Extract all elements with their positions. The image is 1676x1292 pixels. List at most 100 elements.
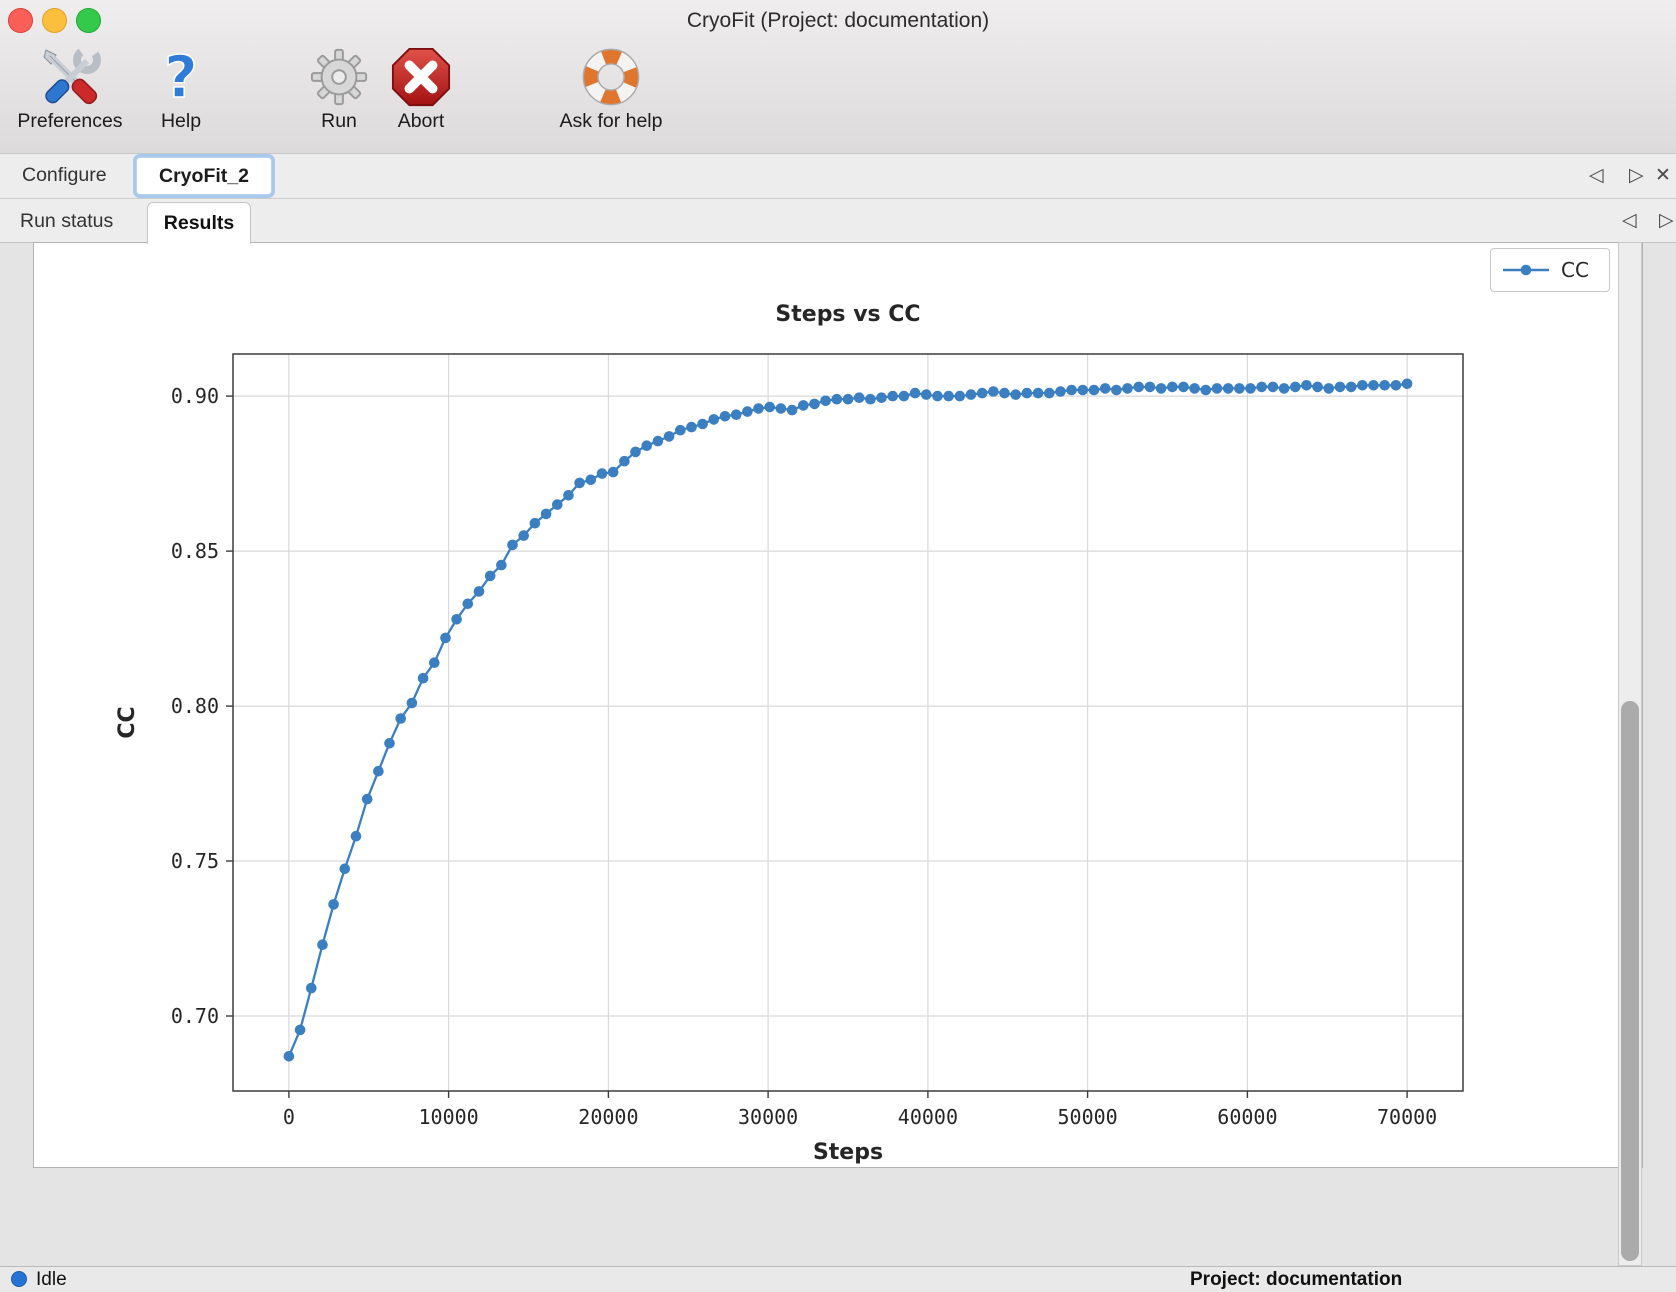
- data-point: [1212, 383, 1223, 394]
- data-point: [988, 386, 999, 397]
- data-point: [932, 391, 943, 402]
- data-point: [787, 405, 798, 416]
- status-bar: Idle Project: documentation: [0, 1266, 1676, 1292]
- data-point: [1111, 385, 1122, 396]
- svg-text:?: ?: [164, 45, 198, 109]
- data-point: [753, 403, 764, 414]
- data-point: [1066, 385, 1077, 396]
- data-point: [407, 698, 418, 709]
- data-point: [429, 657, 440, 668]
- data-point: [1033, 388, 1044, 399]
- data-point: [1133, 382, 1144, 393]
- data-point: [384, 738, 395, 749]
- data-point: [1268, 382, 1279, 393]
- data-point: [955, 391, 966, 402]
- toolbar-item-label: Ask for help: [526, 110, 696, 133]
- status-label: Idle: [36, 1269, 67, 1291]
- data-point: [1145, 382, 1156, 393]
- data-point: [865, 394, 876, 405]
- x-tick-label: 40000: [898, 1105, 958, 1129]
- data-point: [1100, 383, 1111, 394]
- sub-tab-bar: Run status Results ◁ ▷: [0, 199, 1676, 243]
- tab-run-status[interactable]: Run status: [20, 210, 113, 233]
- data-point: [1324, 383, 1335, 394]
- tab-results[interactable]: Results: [147, 202, 251, 244]
- data-point: [1391, 380, 1402, 391]
- x-tick-label: 0: [283, 1105, 295, 1129]
- main-tab-bar: Configure CryoFit_2 ◁ ▷ ✕: [0, 154, 1676, 199]
- data-point: [776, 403, 787, 414]
- data-point: [1178, 382, 1189, 393]
- tab-configure[interactable]: Configure: [22, 164, 107, 187]
- tab-close-icon[interactable]: ✕: [1655, 164, 1671, 187]
- data-point: [1245, 383, 1256, 394]
- data-point: [1044, 388, 1055, 399]
- data-point: [1379, 380, 1390, 391]
- status-indicator-icon: [11, 1271, 27, 1287]
- data-point: [1201, 385, 1212, 396]
- y-tick-label: 0.70: [171, 1004, 219, 1028]
- data-point: [1010, 389, 1021, 400]
- data-point: [1402, 379, 1413, 390]
- data-point: [820, 396, 831, 407]
- vertical-scrollbar[interactable]: [1618, 242, 1642, 1266]
- subtab-nav-back-icon[interactable]: ◁: [1622, 209, 1637, 232]
- data-point: [328, 899, 339, 910]
- x-tick-label: 60000: [1217, 1105, 1277, 1129]
- results-panel: 0100002000030000400005000060000700000.90…: [33, 242, 1643, 1168]
- help-button[interactable]: ? Help: [106, 44, 256, 133]
- app-window: CryoFit (Project: documentation) Prefere…: [0, 0, 1676, 1292]
- status-project-label: Project: documentation: [1190, 1269, 1402, 1291]
- subtab-nav-forward-icon[interactable]: ▷: [1659, 209, 1674, 232]
- data-point: [1290, 382, 1301, 393]
- window-header: CryoFit (Project: documentation) Prefere…: [0, 0, 1676, 154]
- data-point: [295, 1025, 306, 1036]
- data-point: [351, 831, 362, 842]
- y-tick-label: 0.75: [171, 849, 219, 873]
- data-point: [764, 402, 775, 413]
- scrollbar-thumb[interactable]: [1621, 701, 1639, 1261]
- data-point: [1312, 382, 1323, 393]
- window-title: CryoFit (Project: documentation): [0, 9, 1676, 33]
- data-point: [373, 766, 384, 777]
- data-point: [910, 388, 921, 399]
- data-point: [451, 614, 462, 625]
- data-point: [630, 447, 641, 458]
- results-chart: 0100002000030000400005000060000700000.90…: [34, 243, 1618, 1167]
- data-point: [395, 713, 406, 724]
- tab-cryofit-2[interactable]: CryoFit_2: [136, 157, 272, 195]
- x-tick-label: 30000: [738, 1105, 798, 1129]
- tab-nav-forward-icon[interactable]: ▷: [1629, 164, 1644, 187]
- abort-button[interactable]: Abort: [346, 44, 496, 133]
- data-point: [943, 391, 954, 402]
- data-point: [709, 414, 720, 425]
- data-point: [798, 400, 809, 411]
- data-point: [887, 391, 898, 402]
- tab-nav-back-icon[interactable]: ◁: [1589, 164, 1604, 187]
- plot-frame: [233, 354, 1463, 1091]
- data-point: [843, 394, 854, 405]
- y-tick-label: 0.85: [171, 539, 219, 563]
- data-point: [720, 411, 731, 422]
- data-point: [619, 456, 630, 467]
- data-point: [340, 864, 351, 875]
- data-point: [518, 530, 529, 541]
- data-point: [999, 388, 1010, 399]
- data-point: [474, 586, 485, 597]
- legend-marker-icon: [1503, 263, 1549, 277]
- data-point: [563, 490, 574, 501]
- ask-for-help-button[interactable]: Ask for help: [526, 44, 696, 133]
- lifebuoy-icon: [526, 44, 696, 110]
- data-point: [418, 673, 429, 684]
- data-point: [697, 419, 708, 430]
- data-point: [686, 422, 697, 433]
- data-point: [977, 388, 988, 399]
- legend-entry-label: CC: [1561, 258, 1589, 282]
- data-point: [463, 599, 474, 610]
- x-tick-label: 50000: [1057, 1105, 1117, 1129]
- data-point: [653, 436, 664, 447]
- chart-legend: CC: [1490, 248, 1610, 292]
- data-point: [485, 571, 496, 582]
- data-point: [1122, 383, 1133, 394]
- data-point: [742, 406, 753, 417]
